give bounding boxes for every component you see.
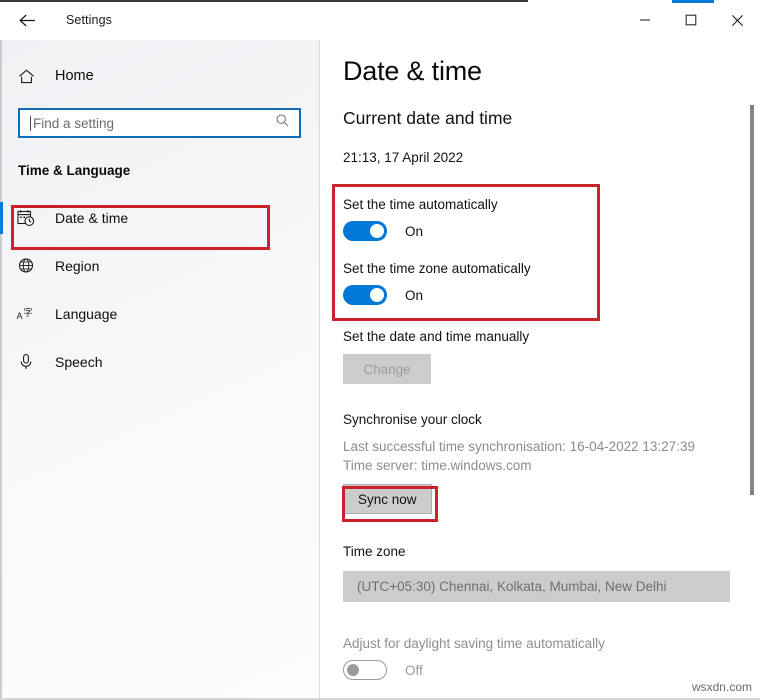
sidebar-item-date-time[interactable]: Date & time xyxy=(0,194,319,242)
window-controls xyxy=(622,0,760,40)
current-date-time-value: 21:13, 17 April 2022 xyxy=(343,150,464,165)
search-caret xyxy=(30,115,31,131)
sidebar-item-home[interactable]: Home xyxy=(0,57,319,95)
watermark: wsxdn.com xyxy=(691,680,752,694)
title-bar: Settings xyxy=(0,0,760,40)
sidebar: Home Find a setting Time & Language Date… xyxy=(0,0,320,700)
toggle-knob xyxy=(370,224,384,238)
time-zone-heading: Time zone xyxy=(343,544,406,559)
search-input[interactable]: Find a setting xyxy=(18,108,301,138)
change-button[interactable]: Change xyxy=(343,354,431,384)
calendar-clock-icon xyxy=(13,208,39,228)
set-time-automatically-state: On xyxy=(405,223,424,239)
set-time-automatically-label: Set the time automatically xyxy=(343,197,498,212)
sidebar-item-speech[interactable]: Speech xyxy=(0,338,319,386)
current-date-time-heading: Current date and time xyxy=(343,108,513,128)
title-bar-top-line xyxy=(0,0,528,2)
last-sync-text: Last successful time synchronisation: 16… xyxy=(343,439,695,454)
microphone-icon xyxy=(13,352,39,372)
maximize-button[interactable] xyxy=(668,0,714,40)
scrollbar-thumb[interactable] xyxy=(750,105,754,495)
sync-now-button[interactable]: Sync now xyxy=(343,484,432,514)
language-icon: A 字 xyxy=(13,304,39,324)
sidebar-section-title: Time & Language xyxy=(18,163,131,178)
time-server-text: Time server: time.windows.com xyxy=(343,458,532,473)
sidebar-item-date-time-label: Date & time xyxy=(55,210,129,226)
close-button[interactable] xyxy=(714,0,760,40)
search-icon[interactable] xyxy=(275,113,290,133)
svg-text:A: A xyxy=(17,311,23,321)
daylight-saving-state: Off xyxy=(405,662,423,678)
time-zone-select[interactable]: (UTC+05:30) Chennai, Kolkata, Mumbai, Ne… xyxy=(343,571,730,602)
app-title: Settings xyxy=(66,13,112,27)
daylight-saving-row: Off xyxy=(343,660,760,680)
page-title: Date & time xyxy=(343,56,482,86)
home-icon xyxy=(13,67,39,86)
sidebar-item-speech-label: Speech xyxy=(55,354,103,370)
sidebar-item-language-label: Language xyxy=(55,306,118,322)
svg-text:字: 字 xyxy=(24,307,33,318)
sidebar-item-region-label: Region xyxy=(55,258,100,274)
daylight-saving-label: Adjust for daylight saving time automati… xyxy=(343,636,605,651)
toggle-knob xyxy=(370,288,384,302)
title-bar-accent xyxy=(672,0,714,3)
set-timezone-automatically-toggle[interactable] xyxy=(343,285,387,305)
sidebar-nav: Date & time Region A 字 Language Speech xyxy=(0,194,319,386)
main-content: Date & time Current date and time 21:13,… xyxy=(321,40,760,700)
sidebar-item-language[interactable]: A 字 Language xyxy=(0,290,319,338)
set-timezone-automatically-row: On xyxy=(343,285,760,305)
set-time-automatically-toggle[interactable] xyxy=(343,221,387,241)
toggle-knob xyxy=(347,664,359,676)
daylight-saving-toggle[interactable] xyxy=(343,660,387,680)
main-scrollbar[interactable] xyxy=(746,40,758,700)
settings-window: Home Find a setting Time & Language Date… xyxy=(0,0,760,700)
minimize-button[interactable] xyxy=(622,0,668,40)
globe-icon xyxy=(13,256,39,276)
set-timezone-automatically-label: Set the time zone automatically xyxy=(343,261,531,276)
sidebar-item-region[interactable]: Region xyxy=(0,242,319,290)
sidebar-item-home-label: Home xyxy=(55,68,94,84)
set-manually-label: Set the date and time manually xyxy=(343,329,530,344)
synchronise-clock-heading: Synchronise your clock xyxy=(343,412,482,427)
set-timezone-automatically-state: On xyxy=(405,287,424,303)
set-time-automatically-row: On xyxy=(343,221,760,241)
search-placeholder: Find a setting xyxy=(33,115,115,131)
back-button[interactable] xyxy=(4,4,50,36)
search-container: Find a setting xyxy=(18,108,301,138)
